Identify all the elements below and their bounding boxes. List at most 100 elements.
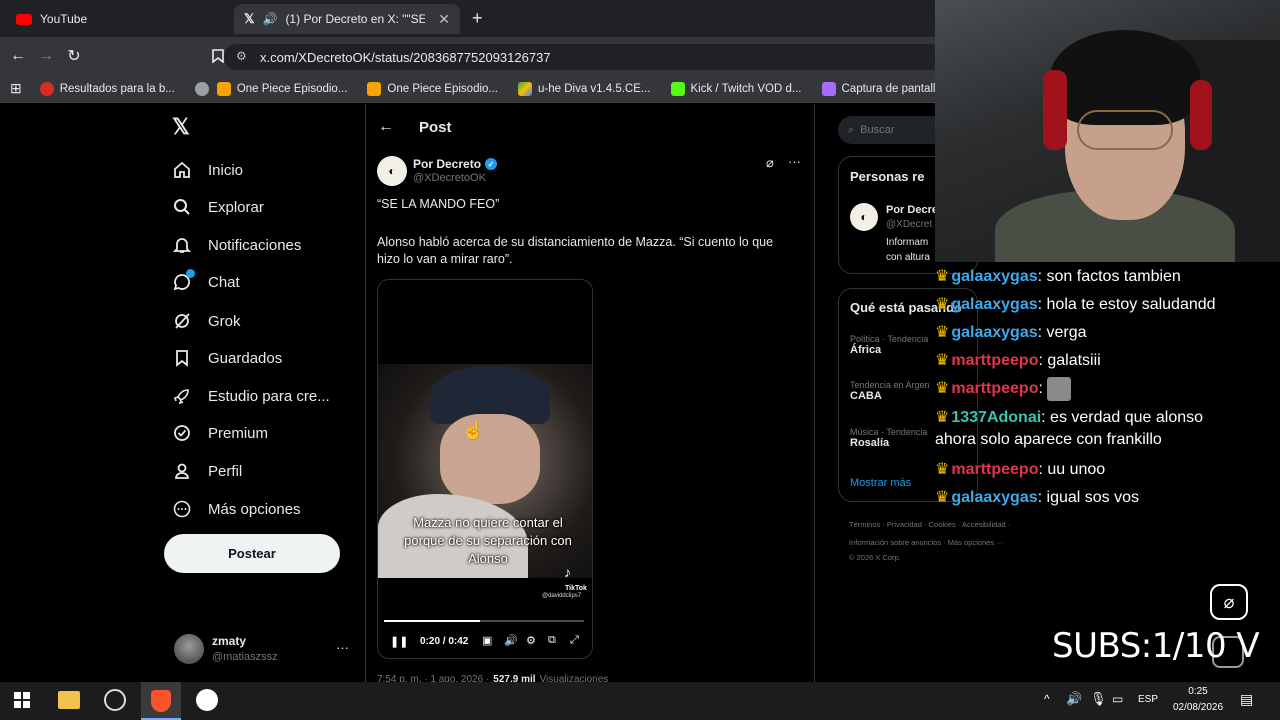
bookmark-item[interactable]: Resultados para la b... xyxy=(39,81,175,96)
chat-username[interactable]: marttpeepo xyxy=(951,380,1038,397)
notifications-icon[interactable]: ▤ xyxy=(1240,691,1253,708)
favicon-icon xyxy=(367,81,382,96)
chat-username[interactable]: galaaxygas xyxy=(951,489,1037,506)
fullscreen-icon[interactable]: ⤢ xyxy=(570,634,579,647)
people-name[interactable]: Por Decre xyxy=(886,204,938,216)
brave-taskbar-item[interactable] xyxy=(141,682,181,720)
nav-notificaciones[interactable]: Notificaciones xyxy=(172,235,301,255)
tab-label: (1) Por Decreto en X: ""SE LA xyxy=(285,12,426,26)
post-body: Alonso habló acerca de su distanciamient… xyxy=(377,235,774,266)
globe-icon[interactable] xyxy=(194,81,209,96)
back-icon[interactable]: ← xyxy=(4,42,32,70)
settings-icon[interactable]: ⚙ xyxy=(526,634,536,647)
search-placeholder: Buscar xyxy=(860,124,895,136)
close-tab-icon[interactable]: ✕ xyxy=(438,11,450,28)
chat-badges-icon: ♛ xyxy=(935,489,950,506)
volume-icon[interactable]: 🔊 xyxy=(504,634,518,647)
file-explorer-icon[interactable] xyxy=(58,691,80,709)
grok-icon xyxy=(175,313,190,329)
address-bar[interactable]: ⚙ x.com/XDecretoOK/status/20836877520931… xyxy=(224,44,944,70)
people-title: Personas re xyxy=(850,169,925,184)
nav-explorar[interactable]: Explorar xyxy=(172,197,264,217)
nav-label: Más opciones xyxy=(208,500,301,518)
trend-name: Rosalía xyxy=(850,437,890,449)
footer-links-2[interactable]: Información sobre anuncios · Más opcione… xyxy=(849,538,1004,547)
volume-icon[interactable]: 🔊 xyxy=(1066,691,1082,707)
forward-icon[interactable]: → xyxy=(32,42,60,70)
chat-text: galatsiii xyxy=(1047,352,1101,369)
bookmark-item[interactable]: Captura de pantalla... xyxy=(821,81,951,96)
bookmark-item[interactable]: One Piece Episodio... xyxy=(216,81,347,96)
nav-estudio[interactable]: Estudio para cre... xyxy=(172,386,330,406)
nav-label: Notificaciones xyxy=(208,236,302,254)
apps-grid-icon[interactable]: ⊞ xyxy=(10,80,22,97)
microphone-icon[interactable]: 🎙 xyxy=(1090,691,1107,707)
captions-icon[interactable]: ▣ xyxy=(482,634,492,647)
author-avatar[interactable]: ◐ xyxy=(377,156,407,186)
obs-icon[interactable] xyxy=(104,689,126,711)
brave-icon xyxy=(151,690,171,712)
avatar[interactable] xyxy=(174,634,204,664)
verified-badge-icon: ✓ xyxy=(485,158,498,170)
post-button[interactable]: Postear xyxy=(164,534,340,573)
people-bio-1: Informam xyxy=(886,237,929,248)
nav-mas-opciones[interactable]: Más opciones xyxy=(172,499,301,519)
tab-youtube[interactable]: YouTube xyxy=(6,4,232,34)
bookmark-item[interactable]: One Piece Episodio... xyxy=(367,81,498,96)
post-more-icon[interactable]: ··· xyxy=(788,154,801,169)
nav-grok[interactable]: Grok xyxy=(172,311,241,331)
reload-icon[interactable]: ↻ xyxy=(60,42,88,70)
overlay-box xyxy=(1212,636,1244,668)
home-icon xyxy=(174,161,190,178)
pause-icon[interactable]: ❚❚ xyxy=(390,635,408,648)
nav-inicio[interactable]: Inicio xyxy=(172,160,243,180)
bookmark-item[interactable]: Kick / Twitch VOD d... xyxy=(670,81,802,96)
nav-perfil[interactable]: Perfil xyxy=(172,461,242,481)
chat-username[interactable]: marttpeepo xyxy=(951,352,1038,369)
clock-time[interactable]: 0:25 xyxy=(1168,686,1228,697)
footer-links-1[interactable]: Términos · Privacidad · Cookies · Accesi… xyxy=(849,520,1010,529)
clock-app-icon[interactable] xyxy=(196,689,218,711)
chat-badges-icon: ♛ xyxy=(935,409,950,426)
chat-message: ♛ marttpeepo: galatsiii xyxy=(935,350,1101,370)
search-icon: ⌕ xyxy=(848,123,855,136)
chat-username[interactable]: galaaxygas xyxy=(951,296,1037,313)
pip-icon[interactable]: ⧉ xyxy=(548,634,556,647)
chat-username[interactable]: galaaxygas xyxy=(951,324,1037,341)
chat-username[interactable]: marttpeepo xyxy=(951,461,1038,478)
grok-overlay-icon[interactable]: ⌀ xyxy=(1210,584,1248,620)
trend-item[interactable]: Música · Tendencia Rosalía xyxy=(850,427,927,449)
back-arrow-icon[interactable]: ← xyxy=(378,118,394,136)
progress-track[interactable] xyxy=(384,620,584,622)
tab-por-decreto[interactable]: 𝕏 🔊 (1) Por Decreto en X: ""SE LA ✕ xyxy=(234,4,460,34)
account-handle: @matiaszssz xyxy=(212,651,278,663)
author-name-row[interactable]: Por Decreto ✓ xyxy=(413,157,498,171)
favicon-icon xyxy=(39,81,54,96)
new-tab-icon[interactable]: + xyxy=(472,8,483,29)
chat-username[interactable]: 1337Adonai xyxy=(951,409,1041,426)
chat-username[interactable]: galaaxygas xyxy=(951,268,1037,285)
nav-chat[interactable]: Chat xyxy=(172,269,240,292)
windows-start-icon[interactable] xyxy=(14,692,30,708)
trend-item[interactable]: Tendencia en Argen CABA xyxy=(850,380,930,402)
language-indicator[interactable]: ESP xyxy=(1138,694,1158,705)
nav-premium[interactable]: Premium xyxy=(172,423,268,443)
nav-guardados[interactable]: Guardados xyxy=(172,348,282,368)
show-more-link[interactable]: Mostrar más xyxy=(850,477,911,489)
chat-message: ♛ marttpeepo: xyxy=(935,377,1072,401)
site-info-icon[interactable]: ⚙ xyxy=(236,49,247,63)
bookmark-icon xyxy=(176,350,188,367)
network-icon[interactable]: ▭ xyxy=(1112,692,1123,706)
account-menu-icon[interactable]: ··· xyxy=(336,640,349,655)
tray-chevron-icon[interactable]: ^ xyxy=(1044,692,1050,706)
bookmark-item[interactable]: u-he Diva v1.4.5.CE... xyxy=(518,81,651,96)
trend-item[interactable]: Política · Tendencia África xyxy=(850,334,928,356)
nav-label: Grok xyxy=(208,312,241,330)
clock-date[interactable]: 02/08/2026 xyxy=(1164,702,1232,713)
grok-icon[interactable]: ⌀ xyxy=(766,155,774,171)
x-logo-icon[interactable]: 𝕏 xyxy=(172,114,190,140)
tiktok-user: @daviddclips7 xyxy=(542,593,582,599)
people-avatar[interactable]: ◐ xyxy=(850,203,878,231)
video-player[interactable]: Mazza no quiere contar el porque de su s… xyxy=(377,279,593,659)
headphone-right-shape xyxy=(1190,80,1212,150)
